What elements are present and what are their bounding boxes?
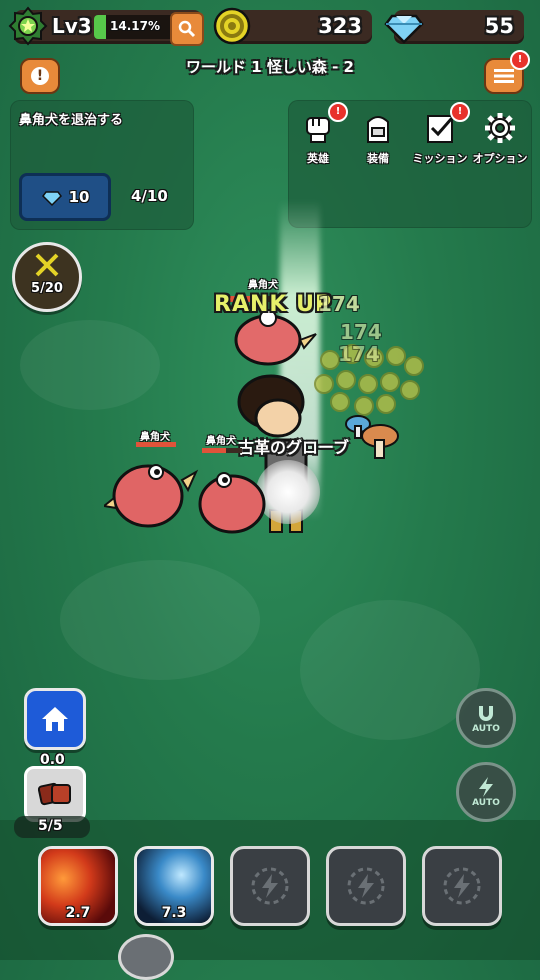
quest-progress: 4/10 [131, 187, 168, 205]
player-level: Lv3 [52, 14, 92, 38]
skill-slot-2[interactable]: 7.3 [134, 846, 214, 926]
potion-count: 5/5 [38, 818, 63, 834]
menu-item-heroes[interactable]: ! 英雄 [288, 102, 348, 166]
skill-slot-1[interactable]: 2.7 [38, 846, 118, 926]
backpack-icon [358, 108, 398, 148]
gem-amount: 55 [484, 14, 514, 38]
coin-icon [212, 6, 252, 46]
auto-label: AUTO [472, 724, 500, 734]
enemy-name: 鼻角犬 [140, 432, 170, 443]
exp-bar: 14.17% [94, 15, 180, 39]
search-icon [178, 20, 196, 38]
enemy-name: 鼻角犬 [206, 436, 236, 447]
magnet-icon [479, 706, 493, 721]
lightning-icon [251, 867, 289, 905]
enemy-name: 鼻角犬 [248, 280, 278, 291]
home-icon [42, 707, 68, 731]
menu-label: 装備 [367, 152, 389, 165]
quest-reward: 10 [68, 188, 90, 206]
enemy-horned-dog[interactable] [101, 450, 200, 536]
stage-title: ワールド 1 怪しい森 - 2 [186, 58, 354, 76]
lightning-icon [443, 867, 481, 905]
bottom-badge[interactable] [118, 934, 174, 980]
gem-icon [382, 4, 426, 48]
grass-patch [60, 560, 260, 680]
damage-number: 174 [318, 292, 360, 316]
lightning-icon [347, 867, 385, 905]
menu-item-options[interactable]: オプション [470, 108, 530, 166]
loot-name: 古革のグローブ [238, 438, 350, 457]
skill-cooldown: 7.3 [161, 905, 187, 921]
menu-label: オプション [472, 152, 528, 165]
rank-up-text: RANK UP [214, 292, 333, 317]
quest-text: 鼻角犬を退治する [19, 113, 124, 128]
skill-slot-3[interactable] [230, 846, 310, 926]
damage-number: 174 [338, 342, 380, 366]
skill-cooldown: 2.7 [65, 905, 91, 921]
menu-alert-badge: ! [510, 50, 530, 70]
skill-slot-5[interactable] [422, 846, 502, 926]
missions-alert-badge: ! [450, 102, 470, 122]
menu-item-missions[interactable]: ! ミッション [410, 102, 470, 166]
gear-icon [480, 108, 520, 148]
home-button[interactable] [24, 688, 86, 750]
coin-amount: 323 [318, 14, 362, 38]
mushroom [344, 410, 404, 466]
auto-label: AUTO [472, 798, 500, 808]
kill-count: 5/20 [31, 281, 63, 296]
main-menu-button[interactable]: ! [484, 50, 530, 94]
grass-patch [300, 600, 480, 740]
quest-reward-button[interactable]: 10 [19, 173, 111, 221]
menu-icon [494, 69, 514, 83]
gem-icon [41, 191, 62, 207]
exp-percent: 14.17% [110, 19, 160, 33]
grass-patch [20, 320, 160, 410]
meat-item-button[interactable] [24, 766, 86, 822]
exp-bar-fill [94, 15, 107, 39]
enemy-horned-dog[interactable] [194, 458, 270, 542]
auto-magnet-button[interactable]: AUTO [456, 688, 516, 748]
skill-slot-4[interactable] [326, 846, 406, 926]
player-level-bar[interactable]: Lv3 14.17% [8, 6, 204, 46]
menu-item-equipment[interactable]: 装備 [348, 108, 408, 166]
enemy-health-bar [202, 448, 242, 453]
auto-skill-button[interactable]: AUTO [456, 762, 516, 822]
lightning-icon [479, 777, 493, 797]
gem-counter: 55 [384, 10, 524, 44]
coin-counter: 323 [213, 7, 372, 45]
meat-icon [37, 782, 71, 806]
crossed-swords-icon [33, 251, 61, 279]
kill-counter: 5/20 [12, 242, 82, 312]
menu-label: ミッション [412, 152, 468, 165]
search-button[interactable] [170, 12, 204, 46]
damage-number: 174 [340, 320, 382, 344]
quest-panel[interactable]: 鼻角犬を退治する 10 4/10 [10, 100, 194, 230]
enemy-health-bar [136, 442, 176, 447]
menu-label: 英雄 [307, 152, 329, 165]
level-badge-icon [8, 6, 48, 46]
heroes-alert-badge: ! [328, 102, 348, 122]
